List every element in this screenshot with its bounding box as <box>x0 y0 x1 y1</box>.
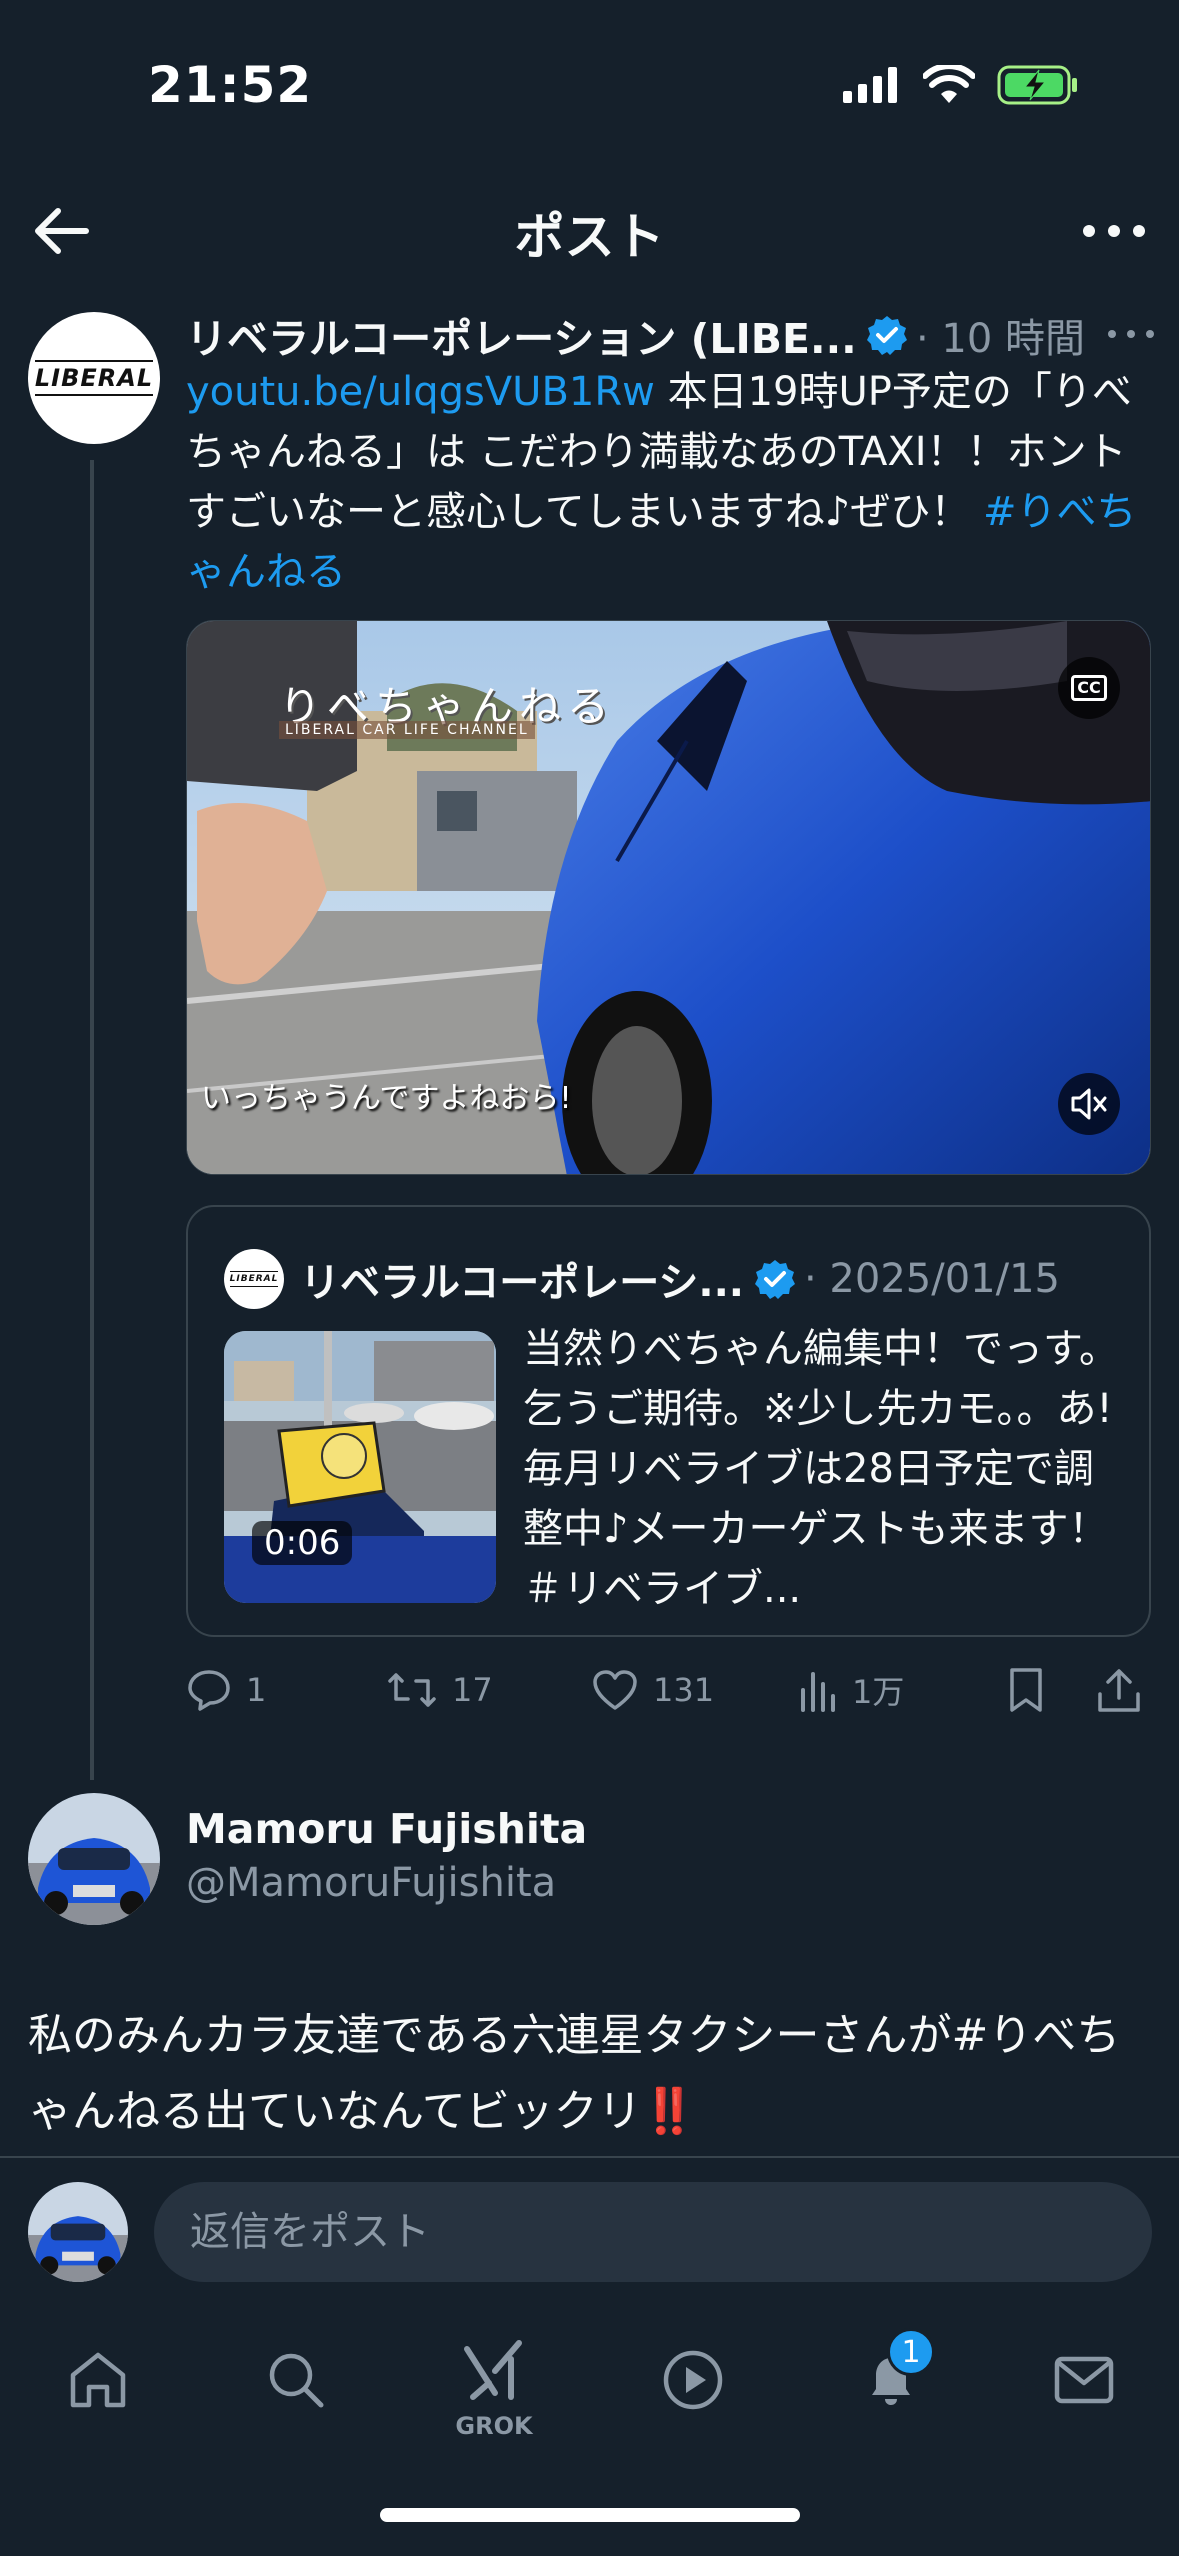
repost-count: 17 <box>452 1671 493 1709</box>
tweet-more-icon[interactable] <box>1106 322 1156 346</box>
quote-date: · 2025/01/15 <box>804 1256 1060 1302</box>
repost-button[interactable]: 17 <box>386 1655 493 1725</box>
bottom-nav: GROK 1 <box>0 2320 1179 2440</box>
compose-divider <box>0 2156 1179 2158</box>
more-options-button[interactable] <box>1079 199 1149 263</box>
quote-avatar: LIBERAL <box>224 1249 284 1309</box>
page-title: ポスト <box>514 208 665 266</box>
repost-icon <box>388 1673 436 1707</box>
grok-icon <box>464 2340 522 2400</box>
author-name[interactable]: リベラルコーポレーション (LIBE... <box>186 305 856 365</box>
bar-chart-icon <box>801 1672 835 1712</box>
tweet-link[interactable]: youtu.be/ulqgsVUB1Rw <box>186 369 655 415</box>
notifications-badge: 1 <box>887 2328 935 2376</box>
cc-icon: CC <box>1071 675 1107 701</box>
nav-home[interactable] <box>48 2330 148 2430</box>
reply-count: 1 <box>246 1671 267 1709</box>
tweet-text: youtu.be/ulqgsVUB1Rw 本日19時UP予定の「りべちゃんねる」… <box>186 362 1156 602</box>
brand-logo: LIBERAL <box>34 360 154 396</box>
car-avatar-image <box>28 1793 160 1925</box>
heart-icon <box>593 1670 637 1710</box>
home-icon <box>70 2352 126 2408</box>
like-button[interactable]: 131 <box>591 1655 714 1725</box>
reply-body: 私のみんカラ友達である六連星タクシーさんが#りべちゃんねる出ていなんてビックリ <box>28 2010 1121 2137</box>
mute-button[interactable] <box>1058 1073 1120 1135</box>
reply-text: 私のみんカラ友達である六連星タクシーさんが#りべちゃんねる出ていなんてビックリ‼… <box>28 1998 1148 2150</box>
quote-author-name: リベラルコーポレーシ... <box>300 1260 744 1306</box>
share-button[interactable] <box>1096 1655 1142 1725</box>
thread-line <box>90 460 94 1780</box>
nav-grok[interactable]: GROK <box>444 2330 544 2440</box>
video-player[interactable]: りべちゃんねる LIBERAL CAR LIFE CHANNEL いっちゃうんで… <box>186 620 1151 1175</box>
video-caption: いっちゃうんですよねおら! <box>201 1081 572 1116</box>
video-duration: 0:06 <box>252 1521 353 1565</box>
quoted-tweet[interactable]: LIBERAL リベラルコーポレーシ... · 2025/01/15 0:06 … <box>186 1205 1151 1637</box>
header: ポスト <box>0 175 1179 285</box>
quote-brand-logo: LIBERAL <box>229 1271 279 1287</box>
reply-author-name[interactable]: Mamoru Fujishita <box>186 1805 587 1853</box>
wifi-icon <box>923 65 975 103</box>
tweet-header: リベラルコーポレーション (LIBE... · 10 時間 <box>186 300 1156 370</box>
double-exclamation-emoji: ‼️ <box>641 2086 697 2137</box>
reply-input[interactable] <box>154 2182 1152 2282</box>
nav-messages[interactable] <box>1034 2330 1134 2430</box>
view-count: 1万 <box>852 1673 905 1711</box>
status-icons <box>841 64 1079 106</box>
home-indicator[interactable] <box>380 2508 800 2522</box>
cellular-signal-icon <box>843 67 897 103</box>
share-icon <box>1098 1669 1140 1712</box>
video-logo-sub: LIBERAL CAR LIFE CHANNEL <box>279 721 535 739</box>
play-circle-icon <box>663 2350 723 2410</box>
more-horizontal-icon <box>1083 225 1145 237</box>
quote-thumbnail: 0:06 <box>224 1331 496 1603</box>
captions-button[interactable]: CC <box>1058 657 1120 719</box>
battery-charging-icon <box>997 65 1077 105</box>
nav-notifications[interactable]: 1 <box>841 2328 941 2430</box>
quote-header: LIBERAL リベラルコーポレーシ... · 2025/01/15 <box>224 1249 1124 1309</box>
verified-badge-icon <box>755 1260 795 1299</box>
bookmark-button[interactable] <box>1006 1655 1046 1725</box>
like-count: 131 <box>653 1671 715 1709</box>
quote-text: 当然りべちゃん編集中！でっす。乞うご期待。※少し先カモ。。あ!毎月リベライブは2… <box>523 1326 1119 1612</box>
author-avatar[interactable]: LIBERAL <box>28 312 160 444</box>
reply-author-avatar[interactable] <box>28 1793 160 1925</box>
verified-badge-icon <box>867 316 907 355</box>
reply-author-handle[interactable]: @MamoruFujishita <box>186 1860 556 1906</box>
tweet-time: · 10 時間 <box>916 316 1086 362</box>
nav-video[interactable] <box>643 2330 743 2430</box>
status-time: 21:52 <box>148 56 313 114</box>
reply-button[interactable]: 1 <box>186 1655 266 1725</box>
car-avatar-image <box>28 2182 128 2282</box>
grok-label: GROK <box>455 2412 533 2440</box>
volume-muted-icon <box>1071 1088 1107 1120</box>
status-bar: 21:52 <box>0 0 1179 150</box>
compose-avatar <box>28 2182 128 2282</box>
bookmark-icon <box>1010 1668 1042 1712</box>
tweet-actions: 1 17 131 1万 <box>186 1655 1151 1725</box>
nav-search[interactable] <box>246 2330 346 2430</box>
search-icon <box>269 2353 324 2408</box>
reply-icon <box>188 1670 230 1711</box>
mail-icon <box>1054 2356 1114 2404</box>
views-button[interactable]: 1万 <box>798 1655 904 1725</box>
